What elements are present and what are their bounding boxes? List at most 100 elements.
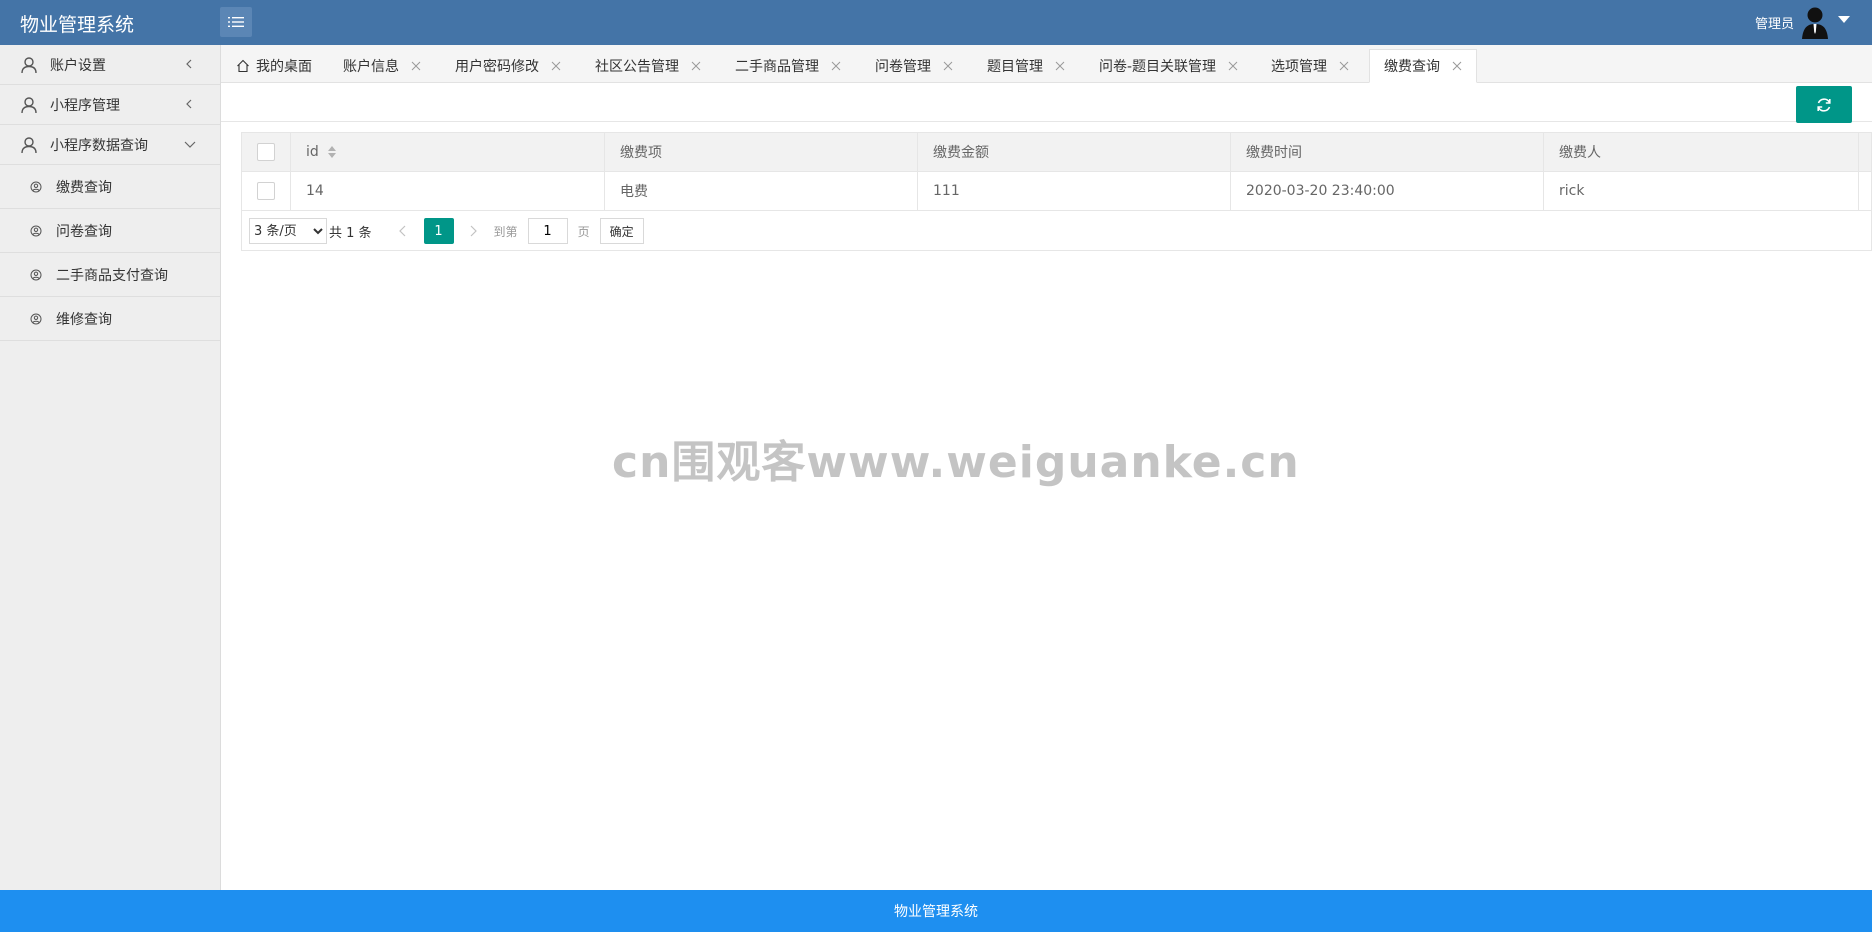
sidebar-subitem-label: 问卷查询 [56, 223, 112, 240]
user-circle-icon [30, 269, 42, 280]
select-all-checkbox[interactable] [257, 143, 275, 161]
sidebar-item-label: 账户设置 [50, 57, 106, 74]
user-icon [21, 136, 37, 153]
close-icon[interactable] [1452, 61, 1462, 71]
refresh-icon [1817, 97, 1831, 112]
tab-survey-question-link[interactable]: 问卷-题目关联管理 [1099, 49, 1238, 83]
top-header: 物业管理系统 管理员 [0, 0, 1872, 45]
pagination: 3 条/页 共 1 条 1 到第 页 确定 [242, 211, 1871, 251]
cell-payer: rick [1544, 172, 1859, 210]
column-header-time: 缴费时间 [1231, 133, 1544, 171]
current-page-button[interactable]: 1 [423, 218, 454, 244]
user-menu[interactable]: 管理员 [1754, 6, 1850, 39]
list-icon [228, 17, 244, 27]
confirm-button[interactable]: 确定 [599, 218, 644, 244]
tab-label: 我的桌面 [256, 59, 312, 75]
tab-question-manage[interactable]: 题目管理 [987, 49, 1065, 83]
tab-secondhand-manage[interactable]: 二手商品管理 [735, 49, 841, 83]
home-icon [237, 59, 249, 73]
column-header-item: 缴费项 [605, 133, 918, 171]
tab-home[interactable]: 我的桌面 [236, 49, 312, 83]
sidebar-subitem-repair-query[interactable]: 维修查询 [0, 297, 220, 341]
cell-item: 电费 [605, 172, 918, 210]
sidebar-item-account-settings[interactable]: 账户设置 [0, 45, 220, 85]
tab-label: 题目管理 [987, 59, 1043, 75]
user-circle-icon [30, 313, 42, 324]
close-icon[interactable] [1339, 61, 1349, 71]
data-table: id 缴费项 缴费金额 缴费时间 缴费人 14 电费 111 2020-03-2… [241, 132, 1872, 251]
user-circle-icon [30, 225, 42, 236]
goto-page-input[interactable] [527, 218, 568, 244]
tab-label: 账户信息 [343, 59, 399, 75]
sidebar-item-label: 小程序管理 [50, 97, 120, 114]
sidebar-item-miniapp-data-query[interactable]: 小程序数据查询 [0, 125, 220, 165]
column-label: 缴费项 [620, 145, 662, 161]
sidebar-subitem-survey-query[interactable]: 问卷查询 [0, 209, 220, 253]
total-count: 共 1 条 [329, 225, 372, 241]
close-icon[interactable] [411, 61, 421, 71]
chevron-left-icon [186, 59, 192, 69]
user-icon [21, 56, 37, 73]
app-title: 物业管理系统 [20, 14, 135, 36]
column-label: id [306, 144, 319, 160]
watermark: cn围观客www.weiguanke.cn [612, 437, 1300, 488]
page-label: 页 [577, 224, 590, 239]
sidebar-subitem-label: 维修查询 [56, 311, 112, 328]
column-header-amount: 缴费金额 [918, 133, 1231, 171]
cell-amount: 111 [918, 172, 1231, 210]
chevron-down-icon [184, 141, 196, 148]
next-page-icon[interactable] [468, 225, 478, 237]
tab-label: 选项管理 [1271, 59, 1327, 75]
sidebar-item-miniapp-manage[interactable]: 小程序管理 [0, 85, 220, 125]
sidebar-subitem-label: 缴费查询 [56, 179, 112, 196]
goto-label: 到第 [493, 224, 518, 239]
select-all-cell [242, 133, 291, 171]
column-label: 缴费时间 [1246, 145, 1302, 161]
toolbar [221, 83, 1872, 123]
tab-label: 二手商品管理 [735, 59, 819, 75]
chevron-left-icon [186, 99, 192, 109]
sidebar-subitem-label: 二手商品支付查询 [56, 267, 168, 284]
table-row[interactable]: 14 电费 111 2020-03-20 23:40:00 rick [242, 172, 1871, 211]
tab-label: 问卷-题目关联管理 [1099, 59, 1217, 75]
sidebar-item-label: 小程序数据查询 [50, 137, 148, 154]
row-select-cell [242, 172, 291, 210]
tab-option-manage[interactable]: 选项管理 [1271, 49, 1349, 83]
tab-account-info[interactable]: 账户信息 [343, 49, 421, 83]
tab-bar: 我的桌面 账户信息 用户密码修改 社区公告管理 二手商品管理 问卷管理 题目管理… [221, 45, 1872, 83]
tab-notice-manage[interactable]: 社区公告管理 [595, 49, 701, 83]
tab-label: 问卷管理 [875, 59, 931, 75]
close-icon[interactable] [691, 61, 701, 71]
column-label: 缴费金额 [933, 145, 989, 161]
page-size-select[interactable]: 3 条/页 [249, 218, 327, 244]
tab-password-change[interactable]: 用户密码修改 [455, 49, 561, 83]
sidebar-subitem-payment-query[interactable]: 缴费查询 [0, 165, 220, 209]
column-label: 缴费人 [1559, 145, 1601, 161]
tab-label: 用户密码修改 [455, 59, 539, 75]
tab-survey-manage[interactable]: 问卷管理 [875, 49, 953, 83]
row-checkbox[interactable] [257, 182, 275, 200]
column-header-id[interactable]: id [291, 133, 605, 171]
user-circle-icon [30, 181, 42, 192]
close-icon[interactable] [831, 61, 841, 71]
tab-label: 缴费查询 [1384, 59, 1440, 75]
chevron-down-icon [1838, 15, 1850, 23]
close-icon[interactable] [1228, 61, 1238, 71]
prev-page-icon[interactable] [398, 225, 408, 237]
user-name: 管理员 [1754, 16, 1794, 32]
tab-payment-query[interactable]: 缴费查询 [1369, 49, 1477, 83]
close-icon[interactable] [943, 61, 953, 71]
refresh-button[interactable] [1796, 86, 1852, 123]
user-icon [21, 96, 37, 113]
cell-id: 14 [291, 172, 605, 210]
cell-time: 2020-03-20 23:40:00 [1231, 172, 1544, 210]
sidebar-subitem-secondhand-payment-query[interactable]: 二手商品支付查询 [0, 253, 220, 297]
menu-toggle-button[interactable] [220, 7, 252, 37]
footer: 物业管理系统 [0, 890, 1872, 932]
table-header: id 缴费项 缴费金额 缴费时间 缴费人 [242, 133, 1871, 172]
close-icon[interactable] [551, 61, 561, 71]
close-icon[interactable] [1055, 61, 1065, 71]
sidebar: 账户设置 小程序管理 小程序数据查询 缴费查询 问卷查询 二手商品支付查询 维修… [0, 45, 221, 890]
sort-icon[interactable] [327, 145, 337, 159]
avatar-icon [1802, 7, 1828, 39]
